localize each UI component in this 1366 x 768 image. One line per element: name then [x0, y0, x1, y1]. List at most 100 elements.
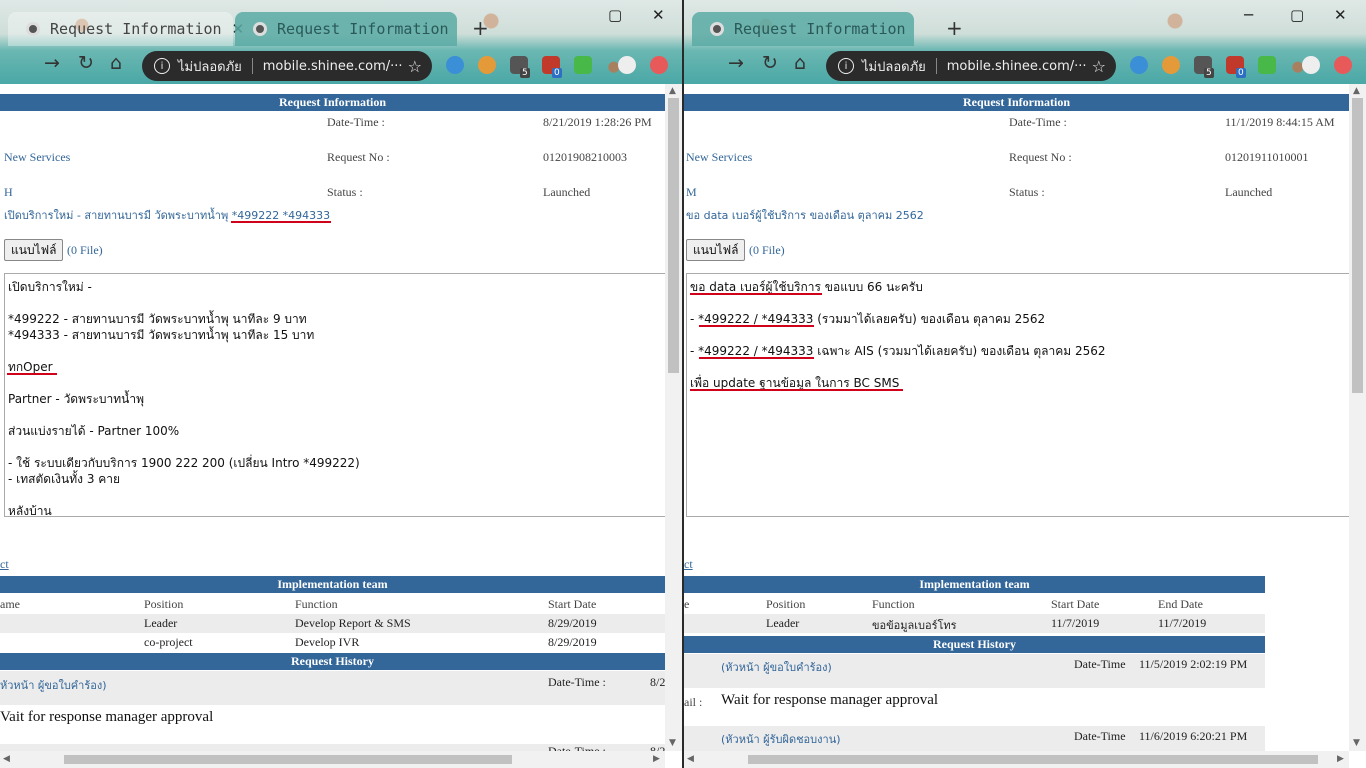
request-no-value: 01201908210003	[543, 150, 627, 164]
vertical-scrollbar[interactable]: ▲ ▼	[665, 84, 682, 751]
body-line: Partner - วัดพระบาทน้ำพุ	[8, 392, 145, 406]
datetime-label: Date-Time :	[327, 115, 385, 129]
status-value: Launched	[543, 185, 591, 199]
page-content: Request Information Date-Time : 11/1/201…	[684, 84, 1366, 768]
page-content: Request Information Date-Time : 8/21/201…	[0, 84, 682, 768]
project-link[interactable]: ct	[0, 557, 9, 572]
info-icon[interactable]: i	[154, 58, 170, 74]
project-link[interactable]: ct	[684, 557, 693, 572]
browser-chrome: Request Information + ─ ▢ ✕ → ↻ ⌂ i ไม่ป…	[684, 0, 1366, 84]
annotation-underline	[699, 357, 814, 359]
request-info-header: Request Information	[684, 94, 1349, 111]
update-icon[interactable]	[1334, 56, 1352, 74]
table-row: co-project Develop IVR 8/29/2019	[144, 635, 597, 649]
description-textarea[interactable]: ขอ data เบอร์ผู้ใช้บริการ ขอแบบ 66 นะครั…	[686, 273, 1350, 517]
annotation-underline	[690, 389, 903, 391]
request-no-value: 01201911010001	[1225, 150, 1309, 164]
history-detail-label: ail :	[684, 695, 703, 709]
annotation-underline	[699, 325, 814, 327]
priority-value: H	[4, 185, 13, 199]
history-row: (หัวหน้า ผู้รับผิดชอบงาน) Date-Time 11/6…	[684, 726, 1265, 751]
history-row: หัวหน้า ผู้ขอใบคำร้อง) Date-Time : 8/2	[0, 671, 665, 705]
horizontal-scrollbar[interactable]: ◀ ▶	[0, 751, 665, 768]
request-info-header: Request Information	[0, 94, 665, 111]
status-label: Status :	[1009, 185, 1045, 199]
team-header-row: e Position Function Start Date End Date	[684, 597, 1203, 611]
globe-icon	[710, 22, 724, 36]
body-line: ส่วนแบ่งรายได้ - Partner 100%	[8, 424, 180, 438]
history-header: Request History	[684, 636, 1265, 653]
extension-icon[interactable]	[446, 56, 464, 74]
toolbar: → ↻ ⌂ i ไม่ปลอดภัย mobile.shinee.com/···…	[684, 46, 1366, 84]
annotation-underline	[231, 221, 331, 223]
extension-monkey-icon[interactable]	[478, 56, 496, 74]
history-row: (หัวหน้า ผู้ขอใบคำร้อง) Date-Time 11/5/2…	[684, 654, 1265, 688]
home-icon[interactable]: ⌂	[110, 52, 122, 74]
bookmark-star-icon[interactable]: ☆	[408, 57, 422, 76]
datetime-value: 11/1/2019 8:44:15 AM	[1225, 115, 1335, 129]
history-detail: Vait for response manager approval	[0, 709, 214, 725]
minimize-icon[interactable]: ─	[1244, 6, 1253, 24]
address-bar[interactable]: i ไม่ปลอดภัย mobile.shinee.com/··· ☆	[826, 51, 1116, 81]
address-bar[interactable]: i ไม่ปลอดภัย mobile.shinee.com/··· ☆	[142, 51, 432, 81]
profile-avatar[interactable]	[618, 56, 636, 74]
annotation-underline	[690, 293, 822, 295]
body-line: เปิดบริการใหม่ -	[8, 280, 92, 294]
attach-file-button[interactable]: แนบไฟล์	[4, 239, 64, 261]
maximize-icon[interactable]: ▢	[1290, 6, 1304, 24]
extension-monkey-icon[interactable]	[1162, 56, 1180, 74]
body-line: - เทสตัดเงินทั้ง 3 คาย	[8, 472, 121, 486]
annotation-underline	[7, 373, 57, 375]
horizontal-scrollbar[interactable]: ◀ ▶	[684, 751, 1349, 768]
team-header-row: ame Position Function Start Date	[0, 597, 597, 611]
reload-icon[interactable]: ↻	[78, 52, 94, 74]
profile-avatar[interactable]	[1302, 56, 1320, 74]
forward-icon[interactable]: →	[44, 52, 60, 74]
subject-value: ขอ data เบอร์ผู้ใช้บริการ ของเดือน ตุลาค…	[686, 209, 924, 222]
scrollbar-thumb[interactable]	[64, 755, 512, 764]
history-header: Request History	[0, 653, 665, 670]
attach-file-button[interactable]: แนบไฟล์	[686, 239, 746, 261]
description-textarea[interactable]: เปิดบริการใหม่ - *499222 - สายทานบารมี ว…	[4, 273, 666, 517]
body-line: หลังบ้าน	[8, 504, 52, 517]
scrollbar-thumb[interactable]	[668, 98, 679, 373]
reload-icon[interactable]: ↻	[762, 52, 778, 74]
extension-sheet-icon[interactable]	[574, 56, 592, 74]
new-tab-button[interactable]: +	[946, 16, 963, 40]
request-no-label: Request No :	[327, 150, 390, 164]
body-line: *494333 - สายทานบารมี วัดพระบาทน้ำพุ นาท…	[8, 328, 315, 342]
info-icon[interactable]: i	[838, 58, 854, 74]
tab-request-information[interactable]: Request Information	[692, 12, 914, 46]
status-label: Status :	[327, 185, 363, 199]
impl-team-header: Implementation team	[0, 576, 665, 593]
close-window-icon[interactable]: ✕	[652, 6, 665, 24]
browser-window-left: Request Information ✕ Request Informatio…	[0, 0, 682, 768]
home-icon[interactable]: ⌂	[794, 52, 806, 74]
tab-request-information-1[interactable]: Request Information ✕	[8, 12, 244, 46]
datetime-label: Date-Time :	[1009, 115, 1067, 129]
browser-chrome: Request Information ✕ Request Informatio…	[0, 0, 682, 84]
status-value: Launched	[1225, 185, 1273, 199]
scrollbar-thumb[interactable]	[1352, 98, 1363, 393]
extension-icon[interactable]	[1130, 56, 1148, 74]
history-detail: Wait for response manager approval	[721, 692, 939, 708]
scrollbar-thumb[interactable]	[748, 755, 1318, 764]
category-value: New Services	[4, 150, 71, 164]
extension-sheet-icon[interactable]	[1258, 56, 1276, 74]
forward-icon[interactable]: →	[728, 52, 744, 74]
vertical-scrollbar[interactable]: ▲ ▼	[1349, 84, 1366, 751]
file-count: (0 File)	[67, 243, 103, 257]
browser-window-right: Request Information + ─ ▢ ✕ → ↻ ⌂ i ไม่ป…	[684, 0, 1366, 768]
tab-strip: Request Information ✕ Request Informatio…	[0, 12, 682, 46]
close-window-icon[interactable]: ✕	[1334, 6, 1347, 24]
globe-icon	[253, 22, 267, 36]
file-count: (0 File)	[749, 243, 785, 257]
minimize-icon[interactable]: ▢	[608, 6, 622, 24]
bookmark-star-icon[interactable]: ☆	[1092, 57, 1106, 76]
impl-team-header: Implementation team	[684, 576, 1265, 593]
globe-icon	[26, 22, 40, 36]
update-icon[interactable]	[650, 56, 668, 74]
new-tab-button[interactable]: +	[472, 16, 489, 40]
tab-request-information-2[interactable]: Request Information	[235, 12, 457, 46]
datetime-value: 8/21/2019 1:28:26 PM	[543, 115, 652, 129]
